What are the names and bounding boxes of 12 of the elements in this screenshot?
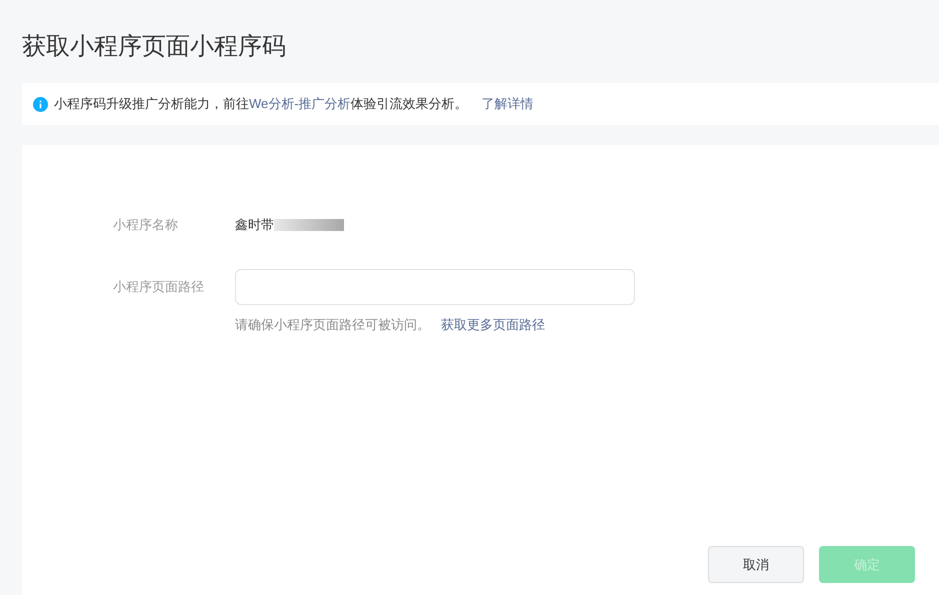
page-title: 获取小程序页面小程序码	[22, 32, 286, 62]
cancel-button[interactable]: 取消	[708, 546, 804, 583]
hint-text: 请确保小程序页面路径可被访问。	[235, 316, 430, 334]
notice-text: 小程序码升级推广分析能力，前往We分析-推广分析体验引流效果分析。	[54, 95, 468, 114]
field-value: 鑫时带	[235, 216, 274, 234]
info-icon	[33, 96, 48, 112]
field-label: 小程序页面路径	[113, 278, 205, 296]
analysis-link[interactable]: We分析-推广分析	[249, 96, 351, 112]
more-paths-link[interactable]: 获取更多页面路径	[441, 315, 545, 334]
field-label: 小程序名称	[113, 216, 179, 234]
learn-more-link[interactable]: 了解详情	[482, 94, 534, 114]
path-input-field[interactable]	[235, 269, 635, 305]
